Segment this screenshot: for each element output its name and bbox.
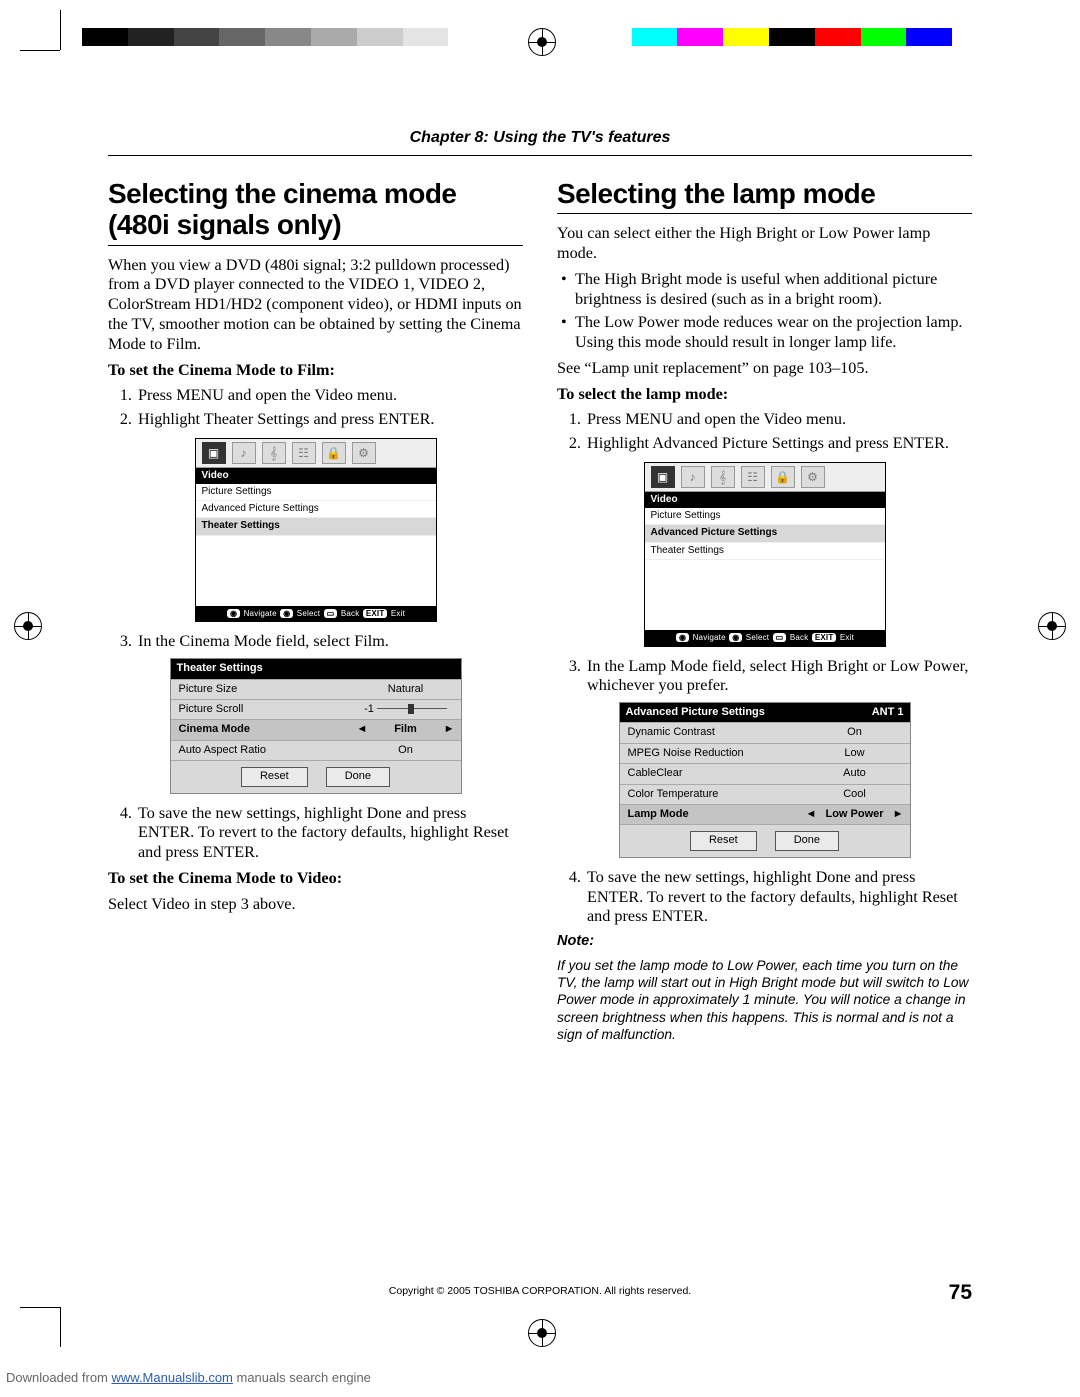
theater-settings-table: Theater Settings Picture SizeNaturalPict…: [170, 658, 462, 793]
osd-navbar: ◉ Navigate ◉ Select ▭ Back EXIT Exit: [645, 630, 885, 646]
settings-row: Lamp ModeLow Power◄►: [620, 804, 910, 824]
settings-row: CableClearAuto: [620, 763, 910, 783]
note-label: Note:: [557, 933, 972, 951]
divider: [557, 213, 972, 214]
osd-tabbar: ▣ ♪ 𝄞 ☷ 🔒 ⚙: [645, 463, 885, 492]
download-footer: Downloaded from www.Manualslib.com manua…: [6, 1370, 371, 1385]
tab-icon: ⚙: [801, 466, 825, 488]
page-number: 75: [949, 1281, 972, 1305]
tab-icon: ☷: [741, 466, 765, 488]
reset-button: Reset: [241, 767, 308, 786]
osd-menu-item: Advanced Picture Settings: [196, 501, 436, 518]
osd-menu-item: Picture Settings: [196, 484, 436, 501]
bullet-high-bright: The High Bright mode is useful when addi…: [575, 270, 972, 310]
osd-navbar: ◉ Navigate ◉ Select ▭ Back EXIT Exit: [196, 606, 436, 622]
osd-menu-item: Picture Settings: [645, 508, 885, 525]
subheading-select-lamp: To select the lamp mode:: [557, 385, 728, 403]
osd-menu-video-theater: ▣ ♪ 𝄞 ☷ 🔒 ⚙ Video Picture SettingsAdvanc…: [195, 438, 437, 623]
table-title: Theater Settings: [177, 662, 263, 675]
tab-icon: ☷: [292, 442, 316, 464]
settings-row: Picture Scroll-1: [171, 699, 461, 719]
settings-row: Cinema ModeFilm◄►: [171, 719, 461, 739]
registration-mark-bottom: [528, 1319, 556, 1347]
done-button: Done: [775, 831, 839, 850]
tab-icon: ⚙: [352, 442, 376, 464]
tab-icon: ♪: [681, 466, 705, 488]
registration-mark-right: [1038, 612, 1066, 640]
osd-section-label: Video: [196, 468, 436, 484]
step-3: In the Lamp Mode field, select High Brig…: [585, 657, 972, 697]
step-1: Press MENU and open the Video menu.: [136, 386, 523, 406]
table-title: Advanced Picture Settings: [626, 706, 765, 719]
tab-video-icon: ▣: [202, 442, 226, 464]
subheading-video: To set the Cinema Mode to Video:: [108, 869, 342, 887]
step-2: Highlight Theater Settings and press ENT…: [136, 410, 523, 430]
tab-video-icon: ▣: [651, 466, 675, 488]
osd-menu-item: Theater Settings: [196, 518, 436, 535]
settings-row: Color TemperatureCool: [620, 784, 910, 804]
tab-icon: 𝄞: [262, 442, 286, 464]
left-column: Selecting the cinema mode (480i signals …: [108, 168, 523, 1049]
crop-mark-tl: [20, 10, 60, 50]
osd-menu-item: Advanced Picture Settings: [645, 525, 885, 542]
subheading-film: To set the Cinema Mode to Film:: [108, 361, 335, 379]
divider: [108, 245, 523, 246]
step-3: In the Cinema Mode field, select Film.: [136, 632, 523, 652]
crop-mark-bl: [20, 1307, 60, 1347]
step-4: To save the new settings, highlight Done…: [585, 868, 972, 927]
divider: [108, 155, 972, 156]
osd-menu-video-advanced: ▣ ♪ 𝄞 ☷ 🔒 ⚙ Video Picture SettingsAdvanc…: [644, 462, 886, 647]
manualslib-link[interactable]: www.Manualslib.com: [112, 1370, 233, 1385]
osd-tabbar: ▣ ♪ 𝄞 ☷ 🔒 ⚙: [196, 439, 436, 468]
registration-mark-left: [14, 612, 42, 640]
tab-icon: 𝄞: [711, 466, 735, 488]
step-2: Highlight Advanced Picture Settings and …: [585, 434, 972, 454]
osd-menu-item: Theater Settings: [645, 543, 885, 560]
intro-text: You can select either the High Bright or…: [557, 224, 972, 264]
intro-text: When you view a DVD (480i signal; 3:2 pu…: [108, 256, 523, 355]
note-body: If you set the lamp mode to Low Power, e…: [557, 957, 972, 1043]
reset-button: Reset: [690, 831, 757, 850]
table-title-right: ANT 1: [872, 706, 904, 719]
done-button: Done: [326, 767, 390, 786]
see-reference: See “Lamp unit replacement” on page 103–…: [557, 359, 972, 379]
right-column: Selecting the lamp mode You can select e…: [557, 168, 972, 1049]
body-text: Select Video in step 3 above.: [108, 895, 523, 915]
settings-row: Dynamic ContrastOn: [620, 722, 910, 742]
copyright: Copyright © 2005 TOSHIBA CORPORATION. Al…: [0, 1285, 1080, 1297]
tab-icon: 🔒: [771, 466, 795, 488]
osd-section-label: Video: [645, 492, 885, 508]
tab-icon: 🔒: [322, 442, 346, 464]
bullet-low-power: The Low Power mode reduces wear on the p…: [575, 313, 972, 353]
settings-row: Auto Aspect RatioOn: [171, 740, 461, 760]
chapter-header: Chapter 8: Using the TV's features: [0, 129, 1080, 147]
step-1: Press MENU and open the Video menu.: [585, 410, 972, 430]
heading-lamp-mode: Selecting the lamp mode: [557, 178, 972, 209]
heading-cinema-mode: Selecting the cinema mode (480i signals …: [108, 178, 523, 241]
settings-row: Picture SizeNatural: [171, 679, 461, 699]
advanced-picture-settings-table: Advanced Picture Settings ANT 1 Dynamic …: [619, 702, 911, 858]
settings-row: MPEG Noise ReductionLow: [620, 743, 910, 763]
tab-icon: ♪: [232, 442, 256, 464]
registration-mark-top: [528, 28, 556, 56]
step-4: To save the new settings, highlight Done…: [136, 804, 523, 863]
